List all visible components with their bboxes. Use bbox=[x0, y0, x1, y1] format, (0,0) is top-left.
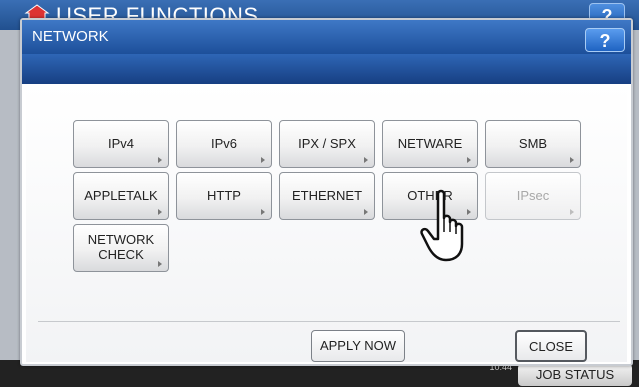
submenu-arrow-icon bbox=[570, 157, 574, 163]
screen: USER FUNCTIONS ? 10:44 JOB STATUS NETWOR… bbox=[0, 0, 639, 387]
network-dialog: NETWORK ? IPv4 IPv6 IPX / SPX NETWARE SM… bbox=[20, 18, 633, 366]
submenu-arrow-icon bbox=[158, 261, 162, 267]
submenu-arrow-icon bbox=[158, 157, 162, 163]
appletalk-button[interactable]: APPLETALK bbox=[73, 172, 169, 220]
divider bbox=[38, 321, 620, 322]
dialog-panel: IPv4 IPv6 IPX / SPX NETWARE SMB APPLETAL… bbox=[26, 84, 627, 362]
dialog-subheader bbox=[22, 54, 631, 84]
button-label: IPv6 bbox=[210, 136, 237, 151]
ipx-spx-button[interactable]: IPX / SPX bbox=[279, 120, 375, 168]
dialog-titlebar: NETWORK ? bbox=[22, 20, 631, 54]
apply-now-button[interactable]: APPLY NOW bbox=[311, 330, 405, 362]
close-button[interactable]: CLOSE bbox=[515, 330, 587, 362]
hand-pointer-icon bbox=[420, 189, 464, 262]
dialog-help-button[interactable]: ? bbox=[585, 28, 625, 52]
button-label: IPX / SPX bbox=[298, 136, 356, 151]
submenu-arrow-icon bbox=[261, 209, 265, 215]
button-label: IPsec bbox=[516, 188, 550, 203]
submenu-arrow-icon bbox=[467, 157, 471, 163]
button-label: APPLETALK bbox=[84, 188, 158, 203]
ipv6-button[interactable]: IPv6 bbox=[176, 120, 272, 168]
submenu-arrow-icon bbox=[364, 209, 368, 215]
button-label-line1: NETWORK bbox=[87, 232, 155, 247]
button-label: IPv4 bbox=[107, 136, 134, 151]
button-label: NETWARE bbox=[397, 136, 463, 151]
button-label: SMB bbox=[518, 136, 548, 151]
ethernet-button[interactable]: ETHERNET bbox=[279, 172, 375, 220]
button-label: ETHERNET bbox=[291, 188, 363, 203]
button-label: HTTP bbox=[207, 188, 241, 203]
dialog-title: NETWORK bbox=[32, 28, 109, 45]
ipsec-button: IPsec bbox=[485, 172, 581, 220]
ipv4-button[interactable]: IPv4 bbox=[73, 120, 169, 168]
button-label-line2: CHECK bbox=[98, 247, 144, 262]
button-label: NETWORK CHECK bbox=[74, 232, 168, 262]
submenu-arrow-icon bbox=[261, 157, 265, 163]
submenu-arrow-icon bbox=[570, 209, 574, 215]
network-check-button[interactable]: NETWORK CHECK bbox=[73, 224, 169, 272]
http-button[interactable]: HTTP bbox=[176, 172, 272, 220]
job-status-button[interactable]: JOB STATUS bbox=[518, 364, 632, 386]
netware-button[interactable]: NETWARE bbox=[382, 120, 478, 168]
smb-button[interactable]: SMB bbox=[485, 120, 581, 168]
submenu-arrow-icon bbox=[158, 209, 162, 215]
submenu-arrow-icon bbox=[364, 157, 368, 163]
